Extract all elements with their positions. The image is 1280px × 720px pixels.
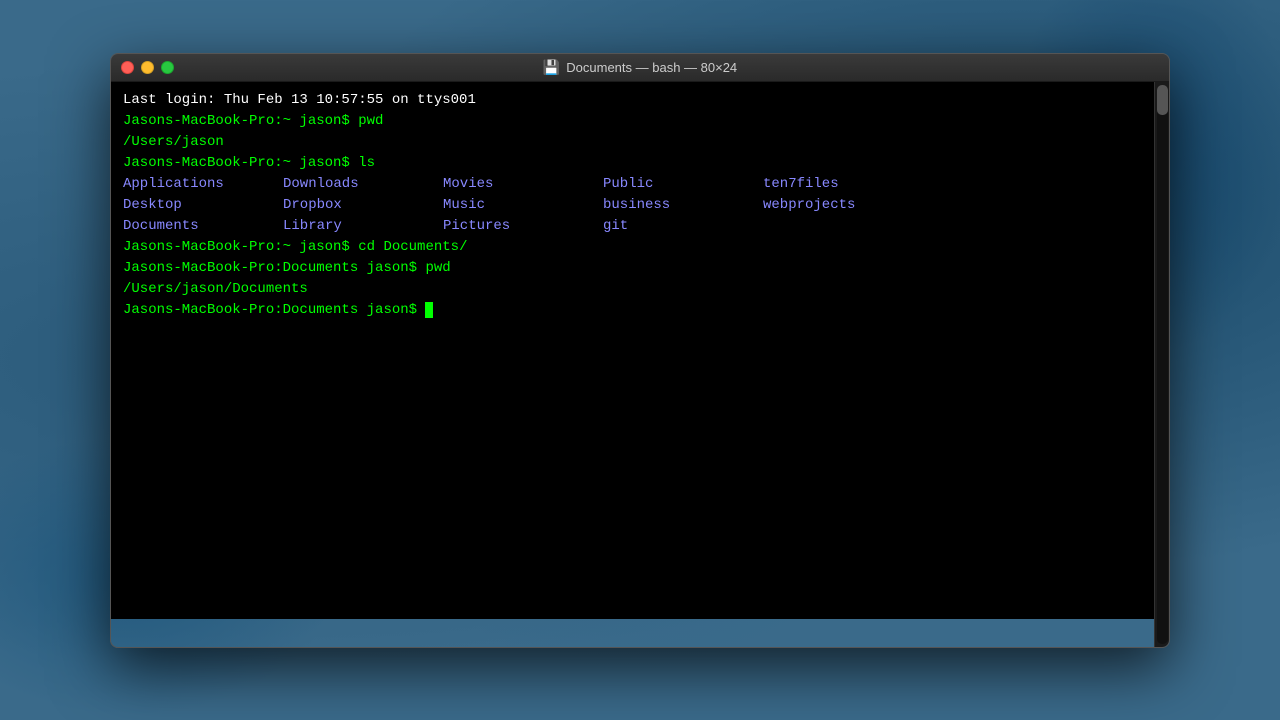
dir-applications: Applications <box>123 174 283 195</box>
dir-business: business <box>603 195 763 216</box>
window-title: 💾 Documents — bash — 80×24 <box>543 59 737 76</box>
terminal-window: 💾 Documents — bash — 80×24 Last login: T… <box>110 53 1170 648</box>
scrollbar-track <box>1157 85 1168 644</box>
dir-desktop: Desktop <box>123 195 283 216</box>
terminal-cursor <box>425 302 433 318</box>
maximize-button[interactable] <box>161 61 174 74</box>
dir-empty <box>763 216 923 237</box>
dir-webprojects: webprojects <box>763 195 923 216</box>
pwd-output-1: /Users/jason <box>123 132 1142 153</box>
scrollbar-thumb[interactable] <box>1157 85 1168 115</box>
current-prompt[interactable]: Jasons-MacBook-Pro:Documents jason$ <box>123 300 1142 321</box>
minimize-button[interactable] <box>141 61 154 74</box>
dir-music: Music <box>443 195 603 216</box>
pwd-output-4: /Users/jason/Documents <box>123 279 1142 300</box>
dir-downloads: Downloads <box>283 174 443 195</box>
dir-movies: Movies <box>443 174 603 195</box>
dir-pictures: Pictures <box>443 216 603 237</box>
directory-listing: Applications Downloads Movies Public ten… <box>123 174 1142 237</box>
prompt-line-2: Jasons-MacBook-Pro:~ jason$ ls <box>123 153 1142 174</box>
prompt-line-3: Jasons-MacBook-Pro:~ jason$ cd Documents… <box>123 237 1142 258</box>
dir-git: git <box>603 216 763 237</box>
prompt-line-4: Jasons-MacBook-Pro:Documents jason$ pwd <box>123 258 1142 279</box>
dir-ten7files: ten7files <box>763 174 923 195</box>
close-button[interactable] <box>121 61 134 74</box>
dir-dropbox: Dropbox <box>283 195 443 216</box>
terminal-body[interactable]: Last login: Thu Feb 13 10:57:55 on ttys0… <box>111 82 1154 619</box>
terminal-icon: 💾 <box>543 59 560 76</box>
last-login-line: Last login: Thu Feb 13 10:57:55 on ttys0… <box>123 90 1142 111</box>
dir-library: Library <box>283 216 443 237</box>
window-controls <box>121 61 174 74</box>
title-bar: 💾 Documents — bash — 80×24 <box>111 54 1169 82</box>
scrollbar[interactable] <box>1154 82 1169 647</box>
prompt-line-1: Jasons-MacBook-Pro:~ jason$ pwd <box>123 111 1142 132</box>
dir-documents: Documents <box>123 216 283 237</box>
dir-public: Public <box>603 174 763 195</box>
